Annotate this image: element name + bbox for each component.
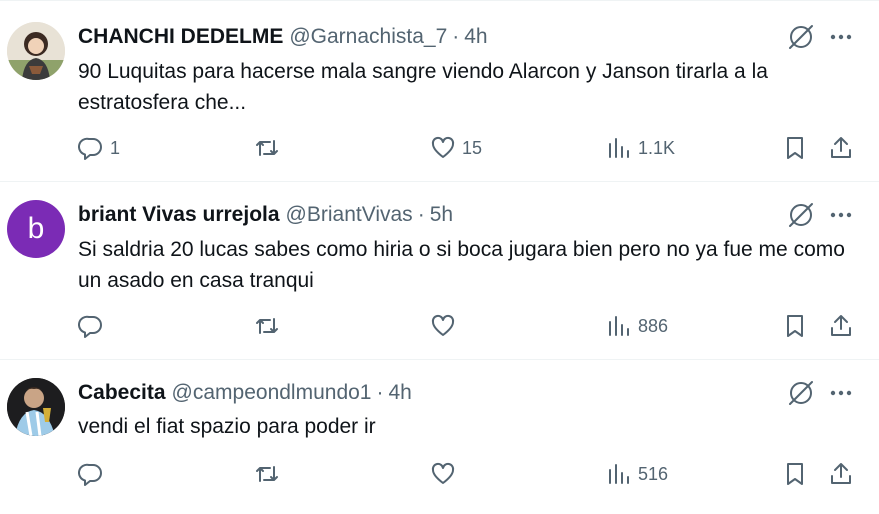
more-options-button[interactable] bbox=[826, 378, 856, 408]
views-bar-chart-icon bbox=[609, 138, 629, 158]
display-name[interactable]: Cabecita bbox=[78, 381, 166, 405]
retweet-button[interactable] bbox=[254, 457, 286, 491]
separator-dot: · bbox=[452, 25, 460, 48]
profile-photo-icon bbox=[7, 378, 65, 436]
action-bar: 886 bbox=[0, 309, 879, 343]
reply-icon bbox=[78, 315, 102, 338]
bookmark-button[interactable] bbox=[782, 131, 808, 165]
more-dots-icon bbox=[830, 390, 852, 396]
views-button[interactable]: 1.1K bbox=[606, 131, 675, 165]
action-bar: 1 15 1.1K bbox=[0, 131, 879, 165]
timestamp[interactable]: 4h bbox=[389, 381, 412, 405]
heart-icon bbox=[431, 314, 455, 336]
avatar[interactable] bbox=[7, 378, 65, 436]
separator-dot: · bbox=[376, 381, 384, 404]
retweet-icon bbox=[256, 140, 278, 156]
retweet-icon bbox=[256, 318, 278, 334]
views-button[interactable]: 886 bbox=[606, 309, 668, 343]
grok-button[interactable] bbox=[786, 200, 816, 230]
view-count: 886 bbox=[638, 315, 669, 336]
tweet-text: Si saldria 20 lucas sabes como hiria o s… bbox=[78, 238, 845, 292]
reply-button[interactable] bbox=[78, 309, 110, 343]
reply-button[interactable] bbox=[78, 457, 110, 491]
display-name[interactable]: CHANCHI DEDELME bbox=[78, 25, 283, 49]
bookmark-icon bbox=[787, 315, 803, 337]
heart-icon bbox=[431, 462, 455, 484]
share-button[interactable] bbox=[828, 131, 854, 165]
grok-button[interactable] bbox=[786, 22, 816, 52]
avatar[interactable]: b bbox=[7, 200, 65, 258]
grok-icon bbox=[789, 25, 813, 49]
like-button[interactable] bbox=[430, 309, 462, 343]
share-button[interactable] bbox=[828, 457, 854, 491]
reply-icon bbox=[78, 137, 102, 160]
separator-dot: · bbox=[417, 203, 425, 226]
share-button[interactable] bbox=[828, 309, 854, 343]
tweet[interactable]: b briant Vivas urrejola @BriantVivas · 5… bbox=[0, 182, 879, 360]
user-handle[interactable]: @BriantVivas bbox=[286, 203, 413, 227]
more-dots-icon bbox=[830, 212, 852, 218]
views-button[interactable]: 516 bbox=[606, 457, 668, 491]
tweet-header: briant Vivas urrejola @BriantVivas · 5h bbox=[78, 202, 453, 228]
action-bar: 516 bbox=[0, 457, 879, 491]
bookmark-button[interactable] bbox=[782, 309, 808, 343]
like-button[interactable] bbox=[430, 457, 462, 491]
bookmark-icon bbox=[787, 137, 803, 159]
user-handle[interactable]: @campeondlmundo1 bbox=[172, 381, 372, 405]
bookmark-button[interactable] bbox=[782, 457, 808, 491]
grok-icon bbox=[789, 203, 813, 227]
profile-photo-icon bbox=[7, 22, 65, 80]
bookmark-icon bbox=[787, 463, 803, 485]
reply-count: 1 bbox=[110, 137, 121, 158]
tweet-text: vendi el fiat spazio para poder ir bbox=[78, 415, 376, 438]
reply-button[interactable]: 1 bbox=[78, 131, 120, 165]
retweet-icon bbox=[256, 466, 278, 482]
tweet[interactable]: CHANCHI DEDELME @Garnachista_7 · 4h 90 L… bbox=[0, 0, 879, 182]
view-count: 516 bbox=[638, 463, 669, 484]
grok-button[interactable] bbox=[786, 378, 816, 408]
heart-icon bbox=[431, 136, 455, 158]
tweet-text: 90 Luquitas para hacerse mala sangre vie… bbox=[78, 60, 768, 114]
like-button[interactable]: 15 bbox=[430, 131, 482, 165]
timestamp[interactable]: 4h bbox=[464, 25, 487, 49]
reply-icon bbox=[78, 463, 102, 486]
display-name[interactable]: briant Vivas urrejola bbox=[78, 203, 280, 227]
tweet-header: Cabecita @campeondlmundo1 · 4h bbox=[78, 380, 412, 406]
share-upload-icon bbox=[831, 463, 851, 484]
more-options-button[interactable] bbox=[826, 200, 856, 230]
tweet-header: CHANCHI DEDELME @Garnachista_7 · 4h bbox=[78, 24, 488, 50]
avatar[interactable] bbox=[7, 22, 65, 80]
more-dots-icon bbox=[830, 34, 852, 40]
like-count: 15 bbox=[462, 137, 483, 158]
grok-icon bbox=[789, 381, 813, 405]
share-upload-icon bbox=[831, 137, 851, 158]
views-bar-chart-icon bbox=[609, 316, 629, 336]
retweet-button[interactable] bbox=[254, 131, 286, 165]
view-count: 1.1K bbox=[638, 137, 676, 158]
timestamp[interactable]: 5h bbox=[430, 203, 453, 227]
more-options-button[interactable] bbox=[826, 22, 856, 52]
tweet[interactable]: Cabecita @campeondlmundo1 · 4h vendi el … bbox=[0, 360, 879, 514]
avatar-letter: b bbox=[27, 212, 45, 245]
views-bar-chart-icon bbox=[609, 464, 629, 484]
retweet-button[interactable] bbox=[254, 309, 286, 343]
user-handle[interactable]: @Garnachista_7 bbox=[289, 25, 447, 49]
share-upload-icon bbox=[831, 315, 851, 336]
